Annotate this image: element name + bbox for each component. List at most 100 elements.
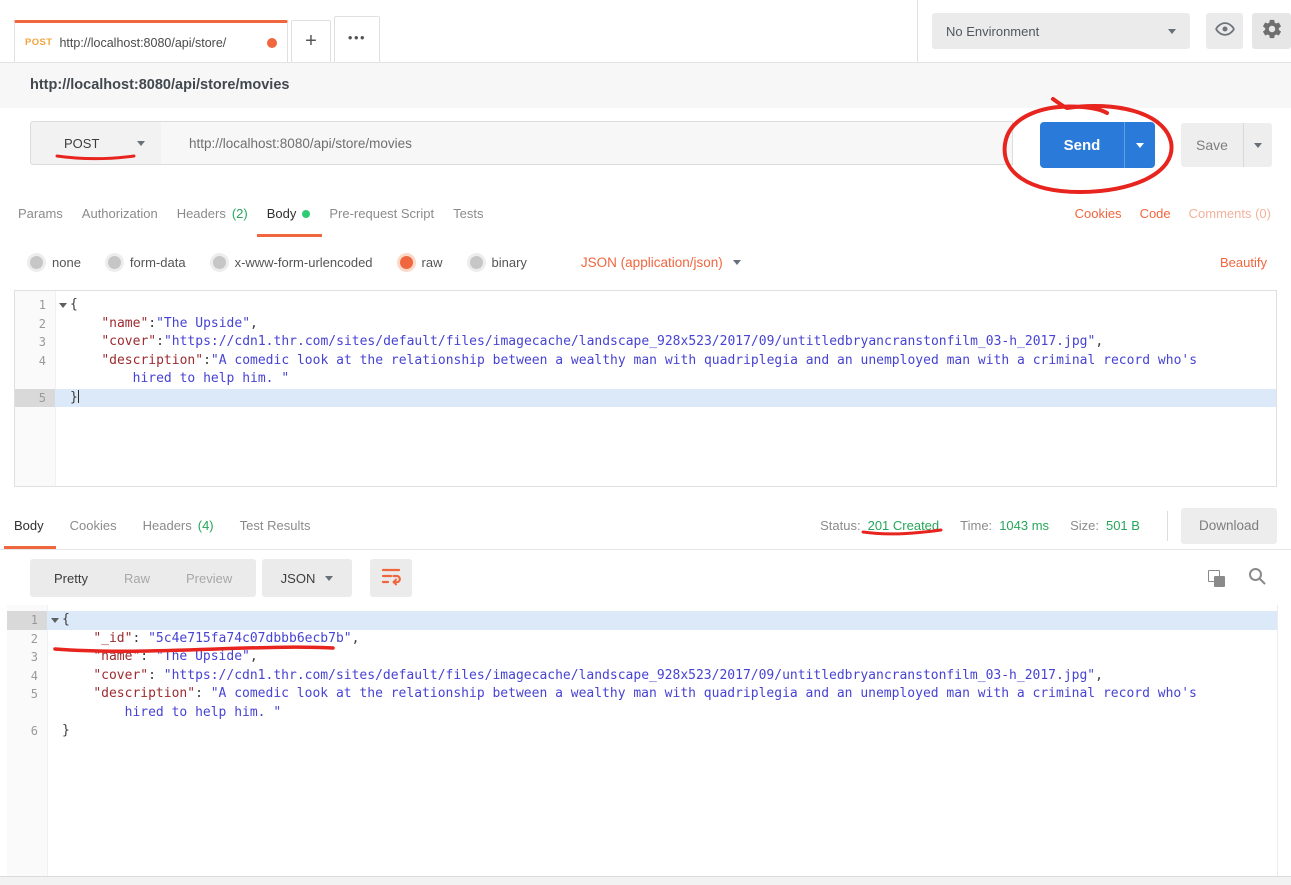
tab-headers[interactable]: Headers(2) — [177, 190, 248, 237]
wrap-lines-icon — [380, 566, 402, 591]
code-line: hired to help him. " — [15, 370, 1276, 389]
environment-quicklook-button[interactable] — [1206, 13, 1243, 49]
line-number: 4 — [15, 352, 55, 371]
url-input[interactable] — [161, 121, 1013, 165]
wrap-lines-button[interactable] — [370, 559, 412, 597]
view-pretty[interactable]: Pretty — [36, 571, 106, 586]
code-line: 1{ — [7, 611, 1278, 630]
fold-spacer — [55, 370, 70, 389]
app-header: POST http://localhost:8080/api/store/ + … — [0, 0, 1291, 63]
chevron-down-icon — [1136, 143, 1144, 148]
radio-raw[interactable]: raw — [400, 255, 443, 270]
response-body-editor[interactable]: 1{2 "_id": "5c4e715fa74c07dbbb6ecb7b",3 … — [7, 605, 1278, 882]
tab-strip: POST http://localhost:8080/api/store/ + … — [14, 16, 380, 62]
response-view-switcher: Pretty Raw Preview — [30, 559, 256, 597]
response-tab-headers[interactable]: Headers(4) — [143, 502, 214, 549]
tab-body[interactable]: Body — [267, 190, 311, 237]
code-line: 1{ — [15, 296, 1276, 315]
fold-spacer — [55, 315, 70, 334]
radio-none[interactable]: none — [30, 255, 81, 270]
code-line: 4 "cover": "https://cdn1.thr.com/sites/d… — [7, 667, 1278, 686]
chevron-down-icon — [733, 260, 741, 265]
save-label: Save — [1181, 123, 1243, 167]
response-tab-test-results[interactable]: Test Results — [240, 502, 311, 549]
response-tab-body[interactable]: Body — [14, 502, 44, 549]
time-value: 1043 ms — [999, 518, 1049, 533]
comments-link[interactable]: Comments (0) — [1189, 206, 1271, 221]
tab-params[interactable]: Params — [18, 190, 63, 237]
line-number: 3 — [7, 648, 47, 667]
line-number: 4 — [7, 667, 47, 686]
tab-url-label: http://localhost:8080/api/store/ — [59, 36, 260, 50]
tab-tests[interactable]: Tests — [453, 190, 483, 237]
response-headers-count: (4) — [198, 518, 214, 533]
response-tab-cookies[interactable]: Cookies — [70, 502, 117, 549]
response-tabs-bar: Body Cookies Headers(4) Test Results Sta… — [0, 502, 1291, 550]
code-text: hired to help him. " — [62, 704, 1278, 723]
method-select[interactable]: POST — [30, 121, 162, 165]
tab-authorization[interactable]: Authorization — [82, 190, 158, 237]
line-number: 3 — [15, 333, 55, 352]
radio-icon — [213, 256, 226, 269]
response-format-select[interactable]: JSON — [262, 559, 352, 597]
meta-divider — [1167, 511, 1168, 541]
code-text: { — [70, 296, 1276, 315]
content-type-select[interactable]: JSON (application/json) — [581, 255, 741, 270]
save-button[interactable]: Save — [1181, 123, 1272, 167]
fold-toggle-icon[interactable] — [55, 296, 70, 315]
view-raw[interactable]: Raw — [106, 571, 168, 586]
code-text: "_id": "5c4e715fa74c07dbbb6ecb7b", — [62, 630, 1278, 649]
code-line: 3 "name": "The Upside", — [7, 648, 1278, 667]
cookies-link[interactable]: Cookies — [1075, 206, 1122, 221]
code-link[interactable]: Code — [1140, 206, 1171, 221]
radio-icon — [470, 256, 483, 269]
radio-binary[interactable]: binary — [470, 255, 527, 270]
size-label: Size: — [1070, 518, 1099, 533]
code-text: "name": "The Upside", — [62, 648, 1278, 667]
code-text: hired to help him. " — [70, 370, 1276, 389]
code-text: "name":"The Upside", — [70, 315, 1276, 334]
send-label: Send — [1040, 122, 1124, 168]
send-button[interactable]: Send — [1040, 122, 1155, 168]
fold-toggle-icon[interactable] — [47, 611, 62, 630]
line-number: 2 — [7, 630, 47, 649]
send-options-button[interactable] — [1124, 122, 1155, 168]
status-value: 201 Created — [868, 518, 940, 533]
request-tab[interactable]: POST http://localhost:8080/api/store/ — [14, 20, 288, 62]
save-options-button[interactable] — [1243, 123, 1272, 167]
more-tabs-button[interactable]: ••• — [334, 16, 380, 62]
line-number: 1 — [7, 611, 47, 630]
code-text: { — [62, 611, 1278, 630]
radio-x-www-form-urlencoded[interactable]: x-www-form-urlencoded — [213, 255, 373, 270]
request-tabs-bar: Params Authorization Headers(2) Body Pre… — [0, 190, 1291, 238]
radio-form-data[interactable]: form-data — [108, 255, 186, 270]
line-number: 5 — [7, 685, 47, 704]
body-type-row: none form-data x-www-form-urlencoded raw… — [0, 237, 1291, 287]
code-line: 4 "description":"A comedic look at the r… — [15, 352, 1276, 371]
new-tab-button[interactable]: + — [291, 20, 331, 62]
line-number — [15, 370, 55, 389]
code-text: } — [62, 722, 1278, 741]
eye-icon — [1214, 20, 1236, 43]
search-response-button[interactable] — [1247, 566, 1267, 591]
settings-button[interactable] — [1252, 13, 1291, 49]
copy-response-button[interactable] — [1208, 570, 1225, 587]
request-body-editor[interactable]: 1{2 "name":"The Upside",3 "cover":"https… — [14, 290, 1277, 487]
view-preview[interactable]: Preview — [168, 571, 250, 586]
response-toolbar: Pretty Raw Preview JSON — [0, 556, 1291, 600]
environment-select[interactable]: No Environment — [932, 13, 1190, 49]
radio-icon — [108, 256, 121, 269]
search-icon — [1247, 573, 1267, 590]
environment-label: No Environment — [946, 24, 1168, 39]
download-button[interactable]: Download — [1181, 508, 1277, 544]
text-cursor — [78, 390, 79, 403]
code-line: 3 "cover":"https://cdn1.thr.com/sites/de… — [15, 333, 1276, 352]
size-value: 501 B — [1106, 518, 1140, 533]
chevron-down-icon — [137, 141, 145, 146]
tab-pre-request-script[interactable]: Pre-request Script — [329, 190, 434, 237]
fold-spacer — [55, 352, 70, 371]
code-text: } — [70, 389, 1276, 408]
editor-right-border — [1277, 605, 1278, 876]
fold-spacer — [47, 648, 62, 667]
beautify-link[interactable]: Beautify — [1220, 255, 1267, 270]
